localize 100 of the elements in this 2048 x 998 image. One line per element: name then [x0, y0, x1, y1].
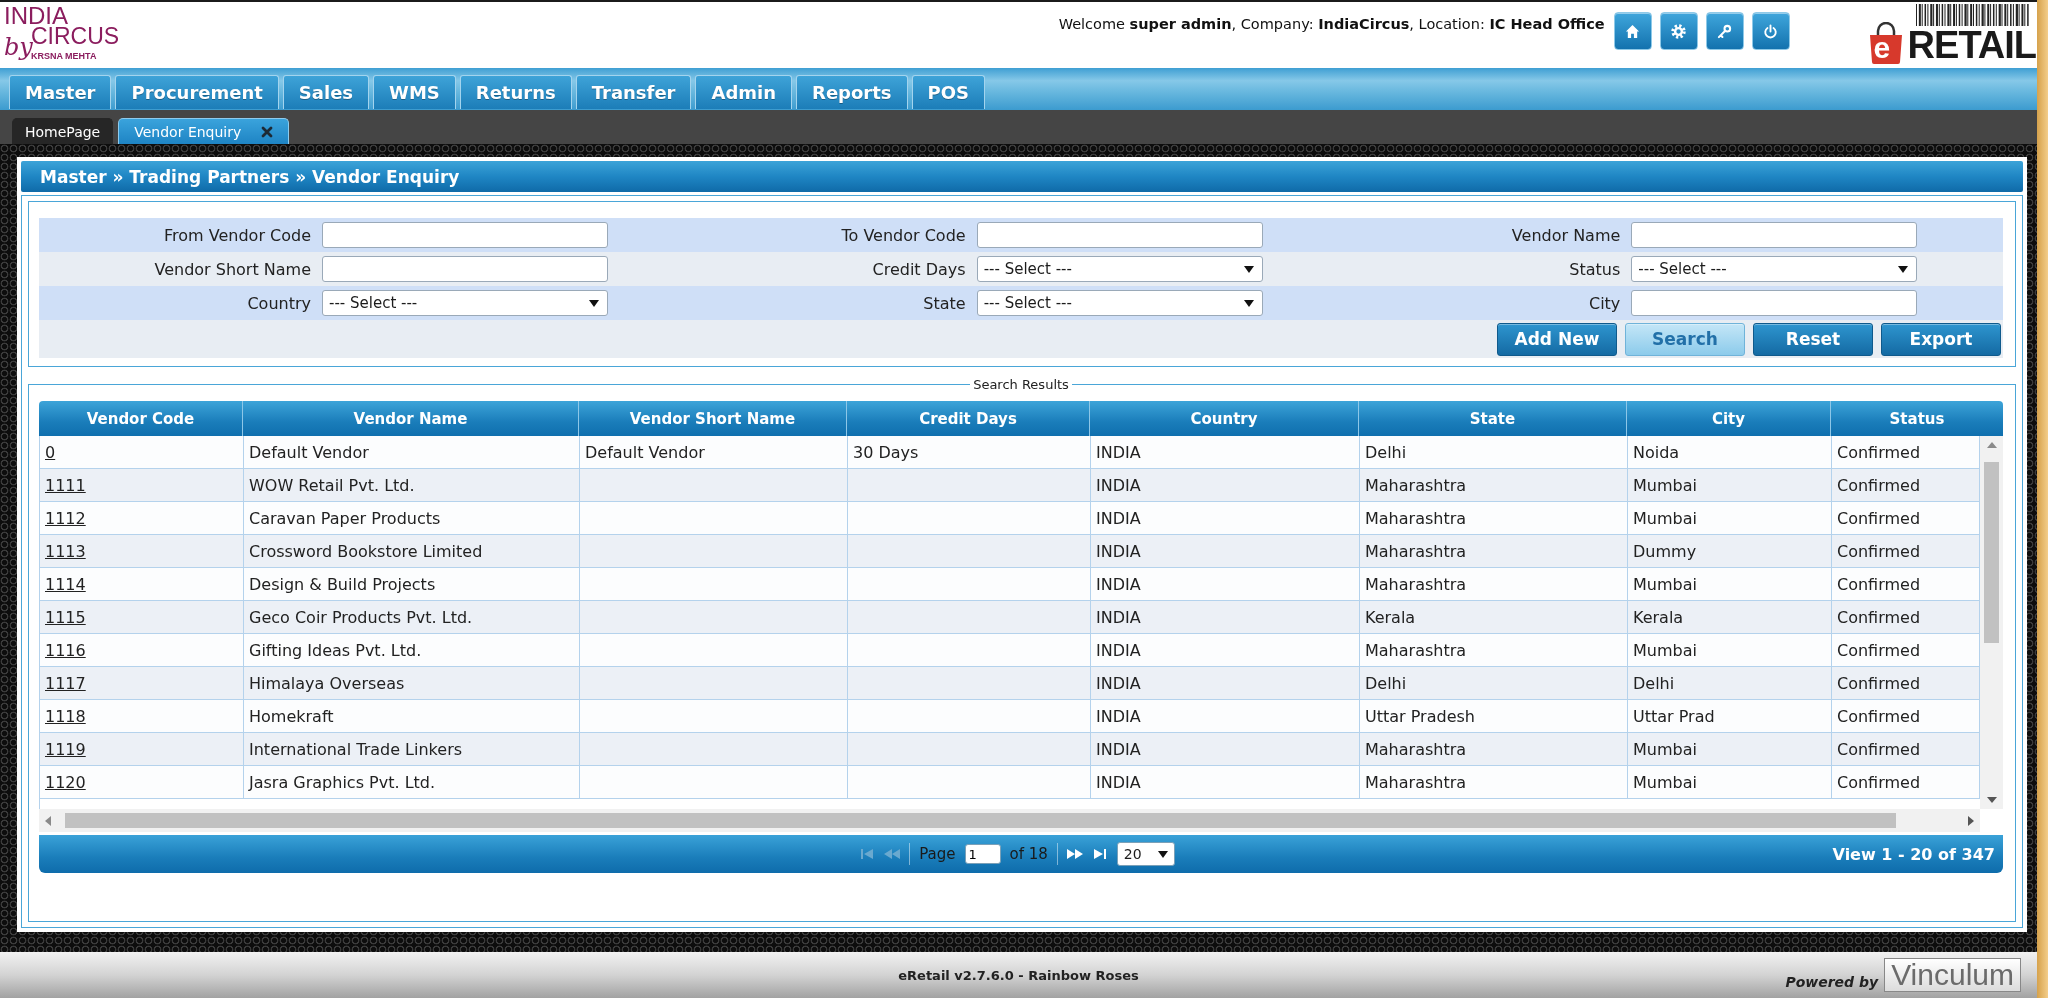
results-legend: Search Results — [970, 377, 1072, 392]
table-cell: INDIA — [1096, 541, 1141, 561]
table-cell: Default Vendor — [585, 442, 705, 462]
vendor-code-link[interactable]: 1116 — [45, 640, 86, 660]
table-cell: Confirmed — [1837, 475, 1921, 495]
table-cell: Kerala — [1633, 607, 1684, 627]
vendor-code-link[interactable]: 1114 — [45, 574, 86, 594]
horizontal-scrollbar[interactable] — [39, 809, 1980, 832]
table-cell: Mumbai — [1633, 739, 1697, 759]
power-button[interactable] — [1751, 12, 1790, 50]
table-cell: Confirmed — [1837, 508, 1921, 528]
key-button[interactable] — [1705, 12, 1744, 50]
brand-logo: Vinculum — [1884, 958, 2021, 992]
table-cell: Maharashtra — [1365, 772, 1467, 792]
dropdown[interactable]: --- Select --- — [976, 290, 1263, 316]
action-button[interactable]: Reset — [1753, 322, 1873, 356]
table-cell: Noida — [1633, 442, 1680, 462]
vendor-code-link[interactable]: 1113 — [45, 541, 86, 561]
caret-icon — [1243, 265, 1254, 273]
table-cell: Maharashtra — [1365, 475, 1467, 495]
pager-label: Page — [919, 845, 956, 863]
vertical-scrollbar[interactable] — [1980, 436, 2003, 809]
table-cell: Uttar Pradesh — [1365, 706, 1475, 726]
scroll-left-icon[interactable] — [45, 815, 51, 826]
table-cell: Confirmed — [1837, 607, 1921, 627]
dropdown[interactable]: --- Select --- — [322, 290, 608, 316]
table-cell: Maharashtra — [1365, 640, 1467, 660]
record-count: View 1 - 20 of 347 — [1832, 844, 1995, 864]
dropdown[interactable]: --- Select --- — [976, 256, 1263, 282]
pager-label: of 18 — [1009, 845, 1048, 863]
menu-tab[interactable]: Sales — [282, 75, 370, 109]
menu-tab[interactable]: WMS — [373, 75, 456, 109]
menu-tab[interactable]: POS — [911, 75, 986, 109]
table-cell: INDIA — [1096, 607, 1141, 627]
page-tab[interactable]: HomePage — [12, 118, 114, 144]
table-cell: INDIA — [1096, 574, 1141, 594]
logo-letter: e — [1873, 34, 1891, 62]
caret-icon — [1157, 850, 1168, 858]
home-icon — [1625, 23, 1641, 39]
table-cell: INDIA — [1096, 640, 1141, 660]
table-cell: Homekraft — [249, 706, 334, 726]
table-cell: Confirmed — [1837, 442, 1921, 462]
vendor-code-link[interactable]: 1111 — [45, 475, 86, 495]
input-field[interactable] — [322, 256, 608, 282]
table-cell: Confirmed — [1837, 706, 1921, 726]
field-label: To Vendor Code — [841, 225, 966, 245]
menu-tab[interactable]: Admin — [695, 75, 793, 109]
welcome-text: Welcome super admin, Company: IndiaCircus, Location: IC Head Office — [1058, 16, 1605, 32]
table-cell: INDIA — [1096, 508, 1141, 528]
power-icon — [1763, 23, 1779, 39]
scroll-right-icon[interactable] — [1968, 815, 1974, 826]
table-cell: Caravan Paper Products — [249, 508, 441, 528]
menu-tab[interactable]: Procurement — [115, 75, 279, 109]
menu-tab[interactable]: Returns — [459, 75, 572, 109]
table-cell: Dummy — [1633, 541, 1697, 561]
table-cell: Mumbai — [1633, 640, 1697, 660]
vendor-code-link[interactable]: 1118 — [45, 706, 86, 726]
page-input[interactable]: 1 — [964, 844, 1001, 864]
page-size-dropdown[interactable]: 20 — [1116, 842, 1175, 866]
table-cell: INDIA — [1096, 673, 1141, 693]
field-label: Credit Days — [872, 259, 966, 279]
table-cell: Delhi — [1633, 673, 1675, 693]
vendor-code-link[interactable]: 0 — [45, 442, 56, 462]
vendor-code-link[interactable]: 1120 — [45, 772, 86, 792]
vendor-code-link[interactable]: 1119 — [45, 739, 86, 759]
vendor-code-link[interactable]: 1115 — [45, 607, 86, 627]
vendor-code-link[interactable]: 1117 — [45, 673, 86, 693]
table-cell: INDIA — [1096, 442, 1141, 462]
scroll-down-icon[interactable] — [1986, 797, 1997, 803]
table-cell: WOW Retail Pvt. Ltd. — [249, 475, 415, 495]
dropdown[interactable]: --- Select --- — [1631, 256, 1918, 282]
settings-button[interactable] — [1659, 12, 1698, 50]
table-cell: Default Vendor — [249, 442, 369, 462]
menu-tab[interactable]: Reports — [796, 75, 908, 109]
last-page-icon[interactable] — [1091, 849, 1108, 859]
table-cell: Maharashtra — [1365, 541, 1467, 561]
input-field[interactable] — [322, 222, 608, 248]
table-cell: Confirmed — [1837, 739, 1921, 759]
menu-tab[interactable]: Master — [9, 75, 112, 109]
key-icon — [1717, 23, 1733, 39]
table-cell: Mumbai — [1633, 475, 1697, 495]
version-text: eRetail v2.7.6.0 - Rainbow Roses — [898, 967, 1139, 983]
input-field[interactable] — [1631, 290, 1918, 316]
next-page-icon[interactable] — [1066, 849, 1083, 859]
table-cell: Uttar Prad — [1633, 706, 1715, 726]
scrollbar-thumb[interactable] — [65, 813, 1896, 828]
input-field[interactable] — [1631, 222, 1918, 248]
menu-tab[interactable]: Transfer — [575, 75, 692, 109]
logo-text: RETAIL — [1907, 28, 2036, 64]
table-cell: Crossword Bookstore Limited — [249, 541, 483, 561]
table-cell: Confirmed — [1837, 541, 1921, 561]
home-button[interactable] — [1613, 12, 1652, 50]
action-button[interactable]: Add New — [1497, 322, 1617, 356]
scrollbar-thumb[interactable] — [1984, 462, 1999, 643]
close-icon[interactable] — [261, 125, 274, 138]
action-button[interactable]: Export — [1881, 322, 2001, 356]
vendor-code-link[interactable]: 1112 — [45, 508, 86, 528]
table-cell: Design & Build Projects — [249, 574, 436, 594]
scroll-up-icon[interactable] — [1986, 442, 1997, 448]
input-field[interactable] — [976, 222, 1263, 248]
